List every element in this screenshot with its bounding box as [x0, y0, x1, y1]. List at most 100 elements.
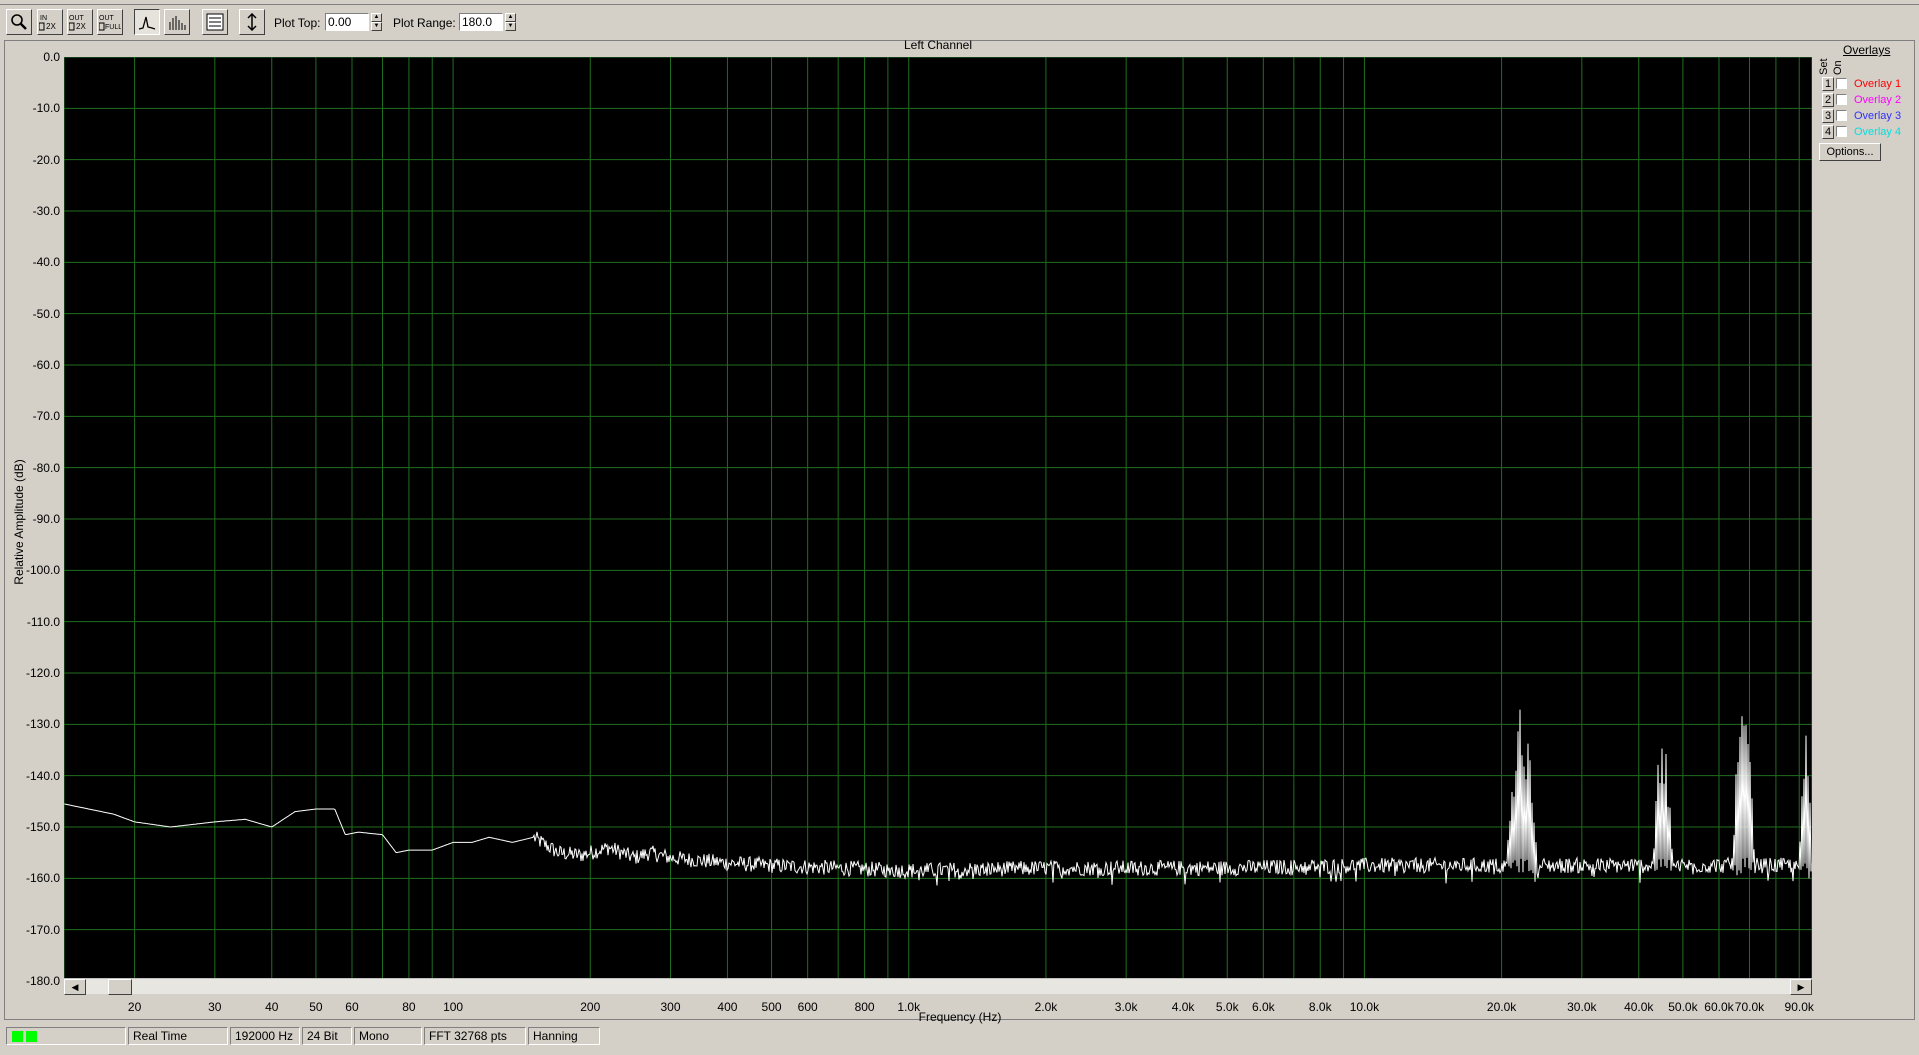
y-tick-label: -10.0 — [32, 101, 60, 116]
zoom-in-2x-button[interactable]: IN 2X — [37, 9, 63, 35]
x-tick-label: 10.0k — [1349, 1000, 1380, 1014]
line-spectrum-icon — [138, 16, 156, 30]
y-tick-label: -90.0 — [32, 512, 60, 526]
spectrum-plot[interactable] — [64, 57, 1812, 981]
plot-top-spinner[interactable]: ▲ ▼ — [371, 13, 382, 31]
line-spectrum-button[interactable] — [134, 9, 160, 35]
bar-spectrum-icon — [169, 16, 186, 30]
plot-range-input[interactable] — [459, 13, 503, 31]
status-indicator — [6, 1027, 126, 1045]
x-tick-label: 5.0k — [1215, 1000, 1239, 1014]
svg-text:FULL: FULL — [105, 24, 121, 31]
window-top-edge — [0, 0, 1919, 5]
overlay-name: Overlay 1 — [1854, 78, 1902, 90]
status-channels: Mono — [354, 1027, 422, 1045]
status-bit-depth: 24 Bit — [302, 1027, 352, 1045]
y-tick-label: -170.0 — [25, 922, 60, 937]
magnifier-icon — [11, 14, 27, 30]
x-tick-label: 400 — [717, 1000, 738, 1014]
zoom-out-full-button[interactable]: OUT FULL — [97, 9, 123, 35]
x-tick-label: 20 — [127, 1000, 142, 1014]
level-led-icon — [12, 1031, 23, 1042]
x-tick-label: 4.0k — [1171, 1000, 1195, 1014]
zoom-out-icon: OUT2X — [69, 15, 86, 31]
y-axis-label: Relative Amplitude (dB) — [12, 459, 26, 585]
toolbar: IN2X OUT2X OUTFULL Plot Top: ▲▼ Plot Ran… — [0, 6, 1919, 38]
x-tick-label: 80 — [402, 1000, 416, 1014]
svg-text:2X: 2X — [76, 22, 86, 31]
options-button[interactable]: Options... — [1819, 143, 1881, 161]
zoom-button[interactable] — [6, 9, 32, 35]
svg-text:OUT: OUT — [69, 15, 85, 22]
settings-button[interactable] — [202, 9, 228, 35]
overlay-set-button[interactable]: 2 — [1822, 93, 1834, 107]
status-window: Hanning — [528, 1027, 600, 1045]
y-tick-label: -140.0 — [25, 768, 60, 783]
overlay-name: Overlay 3 — [1854, 110, 1902, 122]
vertical-arrows-icon — [247, 13, 257, 31]
x-tick-label: 40 — [265, 1000, 279, 1014]
y-tick-label: -40.0 — [32, 255, 60, 270]
x-tick-label: 30 — [208, 1000, 222, 1014]
plot-range-label: Plot Range: — [393, 16, 456, 30]
zoom-full-icon: OUT FULL — [99, 15, 121, 31]
level-led-icon — [26, 1031, 37, 1042]
scroll-left-button[interactable]: ◀ — [64, 979, 86, 995]
overlay-set-button[interactable]: 4 — [1822, 125, 1834, 139]
overlay-on-checkbox[interactable] — [1836, 126, 1847, 137]
overlay-on-checkbox[interactable] — [1836, 110, 1847, 121]
x-tick-label: 6.0k — [1251, 1000, 1275, 1014]
y-tick-label: -120.0 — [25, 666, 60, 680]
overlay-row: 3 Overlay 3 — [1822, 109, 1912, 124]
y-tick-label: -160.0 — [25, 871, 60, 886]
overlay-row: 2 Overlay 2 — [1822, 93, 1912, 108]
x-tick-label: 500 — [761, 1000, 782, 1014]
x-tick-label: 60 — [345, 1000, 359, 1014]
overlay-on-checkbox[interactable] — [1836, 78, 1847, 89]
x-tick-label: 200 — [580, 1000, 601, 1014]
overlay-set-button[interactable]: 1 — [1822, 77, 1834, 91]
autoscale-button[interactable] — [239, 9, 265, 35]
zoom-out-2x-button[interactable]: OUT 2X — [67, 9, 93, 35]
y-tick-label: -110.0 — [26, 614, 60, 629]
y-tick-label: -50.0 — [32, 306, 60, 321]
status-mode: Real Time — [128, 1027, 228, 1045]
x-tick-label: 300 — [660, 1000, 681, 1014]
x-tick-label: 8.0k — [1308, 1000, 1332, 1014]
scroll-thumb[interactable] — [108, 979, 132, 995]
chart-title: Left Channel — [903, 38, 973, 52]
plot-range-spinner[interactable]: ▲ ▼ — [505, 13, 516, 31]
status-sample-rate: 192000 Hz — [230, 1027, 300, 1045]
y-tick-label: 0.0 — [43, 50, 60, 64]
status-bar: Real Time 192000 Hz 24 Bit Mono FFT 3276… — [4, 1027, 1915, 1047]
overlay-on-checkbox[interactable] — [1836, 94, 1847, 105]
x-tick-label: 60.0k — [1704, 1000, 1734, 1014]
settings-list-icon — [206, 13, 224, 31]
overlays-title: Overlays — [1843, 43, 1891, 57]
y-tick-label: -70.0 — [32, 409, 60, 424]
scroll-right-button[interactable]: ▶ — [1790, 979, 1812, 995]
plot-top-input[interactable] — [325, 13, 369, 31]
svg-text:2X: 2X — [46, 22, 56, 31]
plot-top-label: Plot Top: — [274, 16, 321, 30]
overlay-set-button[interactable]: 3 — [1822, 109, 1834, 123]
x-tick-label: 70.0k — [1734, 1000, 1765, 1014]
x-tick-label: 50 — [309, 1000, 323, 1014]
overlay-row: 4 Overlay 4 — [1822, 125, 1912, 140]
overlay-name: Overlay 2 — [1854, 94, 1902, 106]
x-axis-label: Frequency (Hz) — [918, 1010, 1002, 1024]
bar-spectrum-button[interactable] — [164, 9, 190, 35]
y-tick-label: -20.0 — [32, 152, 60, 167]
x-tick-label: 40.0k — [1624, 1000, 1654, 1014]
y-tick-label: -100.0 — [25, 563, 60, 578]
y-tick-label: -80.0 — [32, 460, 60, 475]
horizontal-scrollbar[interactable]: ◀ ▶ — [64, 978, 1812, 995]
x-tick-label: 20.0k — [1486, 1000, 1517, 1014]
x-tick-label: 3.0k — [1114, 1000, 1138, 1014]
overlay-row: 1 Overlay 1 — [1822, 77, 1912, 92]
overlay-name: Overlay 4 — [1854, 126, 1902, 138]
x-tick-label: 30.0k — [1567, 1000, 1597, 1014]
on-column-label: On — [1832, 60, 1844, 75]
x-tick-label: 90.0k — [1784, 1000, 1814, 1014]
zoom-in-icon: IN2X — [39, 15, 56, 31]
